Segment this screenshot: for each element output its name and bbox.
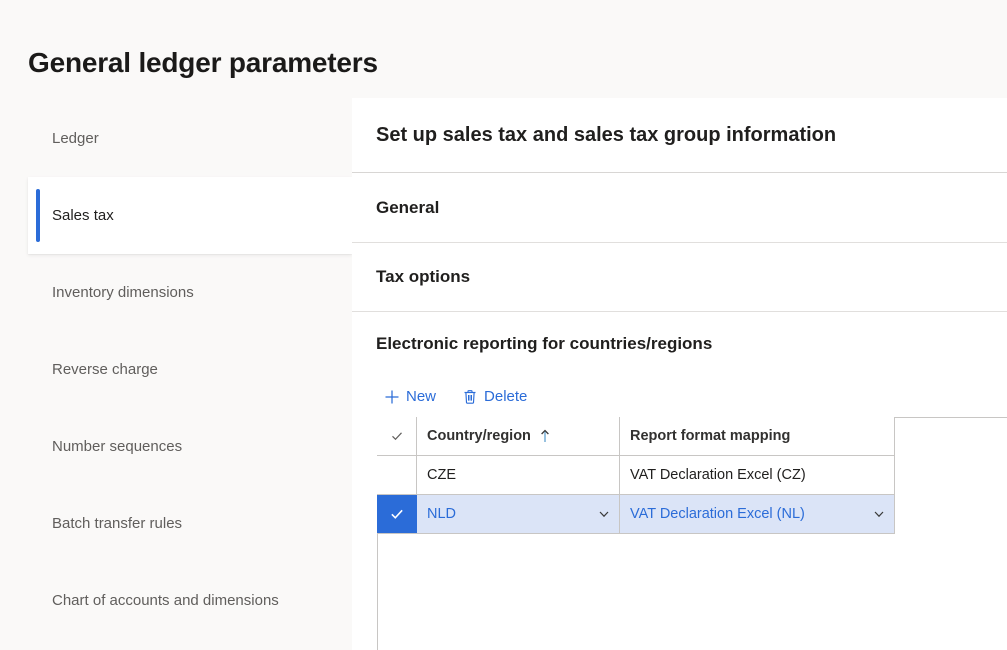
checkmark-icon	[390, 429, 404, 443]
sidebar-item-label: Chart of accounts and dimensions	[52, 591, 279, 609]
row-checkbox-cell[interactable]	[377, 456, 417, 494]
cell-country-region[interactable]: NLD	[417, 495, 620, 533]
sidebar-item-label: Reverse charge	[52, 360, 158, 378]
cell-country-region[interactable]: CZE	[417, 456, 620, 494]
app-root: General ledger parameters Ledger Sales t…	[0, 0, 1007, 650]
table-row[interactable]: CZE VAT Declaration Excel (CZ)	[377, 456, 895, 495]
trash-icon	[462, 389, 478, 405]
section-general[interactable]: General	[352, 173, 1007, 242]
selected-accent-bar	[36, 189, 40, 242]
sidebar: Ledger Sales tax Inventory dimensions Re…	[0, 98, 352, 650]
grid-toolbar: New Delete	[378, 383, 533, 411]
main-panel-header: Set up sales tax and sales tax group inf…	[352, 98, 1007, 172]
new-button-label: New	[406, 388, 437, 405]
column-header-label: Country/region	[427, 428, 531, 444]
sidebar-item-sales-tax[interactable]: Sales tax	[28, 177, 352, 254]
sidebar-item-label: Batch transfer rules	[52, 514, 183, 532]
select-all-checkbox-cell[interactable]	[377, 417, 417, 455]
sidebar-item-inventory-dimensions[interactable]: Inventory dimensions	[28, 254, 352, 331]
cell-value: CZE	[427, 467, 456, 483]
cell-value: VAT Declaration Excel (CZ)	[630, 467, 806, 483]
main-panel-title: Set up sales tax and sales tax group inf…	[376, 124, 837, 146]
sidebar-item-reverse-charge[interactable]: Reverse charge	[28, 331, 352, 408]
cell-value: NLD	[427, 506, 457, 522]
page-title: General ledger parameters	[28, 47, 378, 78]
sidebar-item-label: Inventory dimensions	[52, 283, 194, 301]
table-row[interactable]: NLD VAT Declaration Excel (NL)	[377, 495, 895, 534]
new-button[interactable]: New	[378, 385, 442, 409]
checkmark-icon	[389, 506, 405, 522]
sidebar-item-chart-of-accounts-and-dimensions[interactable]: Chart of accounts and dimensions	[28, 562, 352, 639]
plus-icon	[384, 389, 400, 405]
section-title: General	[376, 197, 440, 217]
section-title: Tax options	[376, 267, 471, 286]
cell-report-format-mapping[interactable]: VAT Declaration Excel (CZ)	[620, 456, 895, 494]
delete-button[interactable]: Delete	[456, 385, 533, 409]
section-electronic-reporting[interactable]: Electronic reporting for countries/regio…	[352, 312, 1007, 376]
section-title: Electronic reporting for countries/regio…	[376, 334, 713, 353]
main-panel: Set up sales tax and sales tax group inf…	[352, 98, 1007, 650]
section-tax-options[interactable]: Tax options	[352, 243, 1007, 311]
column-header-report-format-mapping[interactable]: Report format mapping	[620, 417, 895, 455]
sidebar-item-label: Sales tax	[52, 206, 114, 224]
sidebar-item-ledger[interactable]: Ledger	[28, 100, 352, 177]
delete-button-label: Delete	[484, 388, 528, 405]
chevron-down-icon[interactable]	[597, 507, 611, 521]
column-header-label: Report format mapping	[630, 428, 791, 444]
sidebar-item-number-sequences[interactable]: Number sequences	[28, 408, 352, 485]
sidebar-item-batch-transfer-rules[interactable]: Batch transfer rules	[28, 485, 352, 562]
grid-header-row: Country/region Report format mapping	[377, 417, 895, 456]
chevron-down-icon[interactable]	[872, 507, 886, 521]
sort-ascending-arrow-icon	[539, 428, 551, 444]
sidebar-item-label: Number sequences	[52, 437, 183, 455]
row-checkbox-cell[interactable]	[377, 495, 417, 533]
cell-value: VAT Declaration Excel (NL)	[630, 506, 805, 522]
cell-report-format-mapping[interactable]: VAT Declaration Excel (NL)	[620, 495, 895, 533]
sidebar-item-label: Ledger	[52, 129, 99, 147]
electronic-reporting-grid: Country/region Report format mapping CZE…	[377, 417, 895, 534]
column-header-country-region[interactable]: Country/region	[417, 417, 620, 455]
